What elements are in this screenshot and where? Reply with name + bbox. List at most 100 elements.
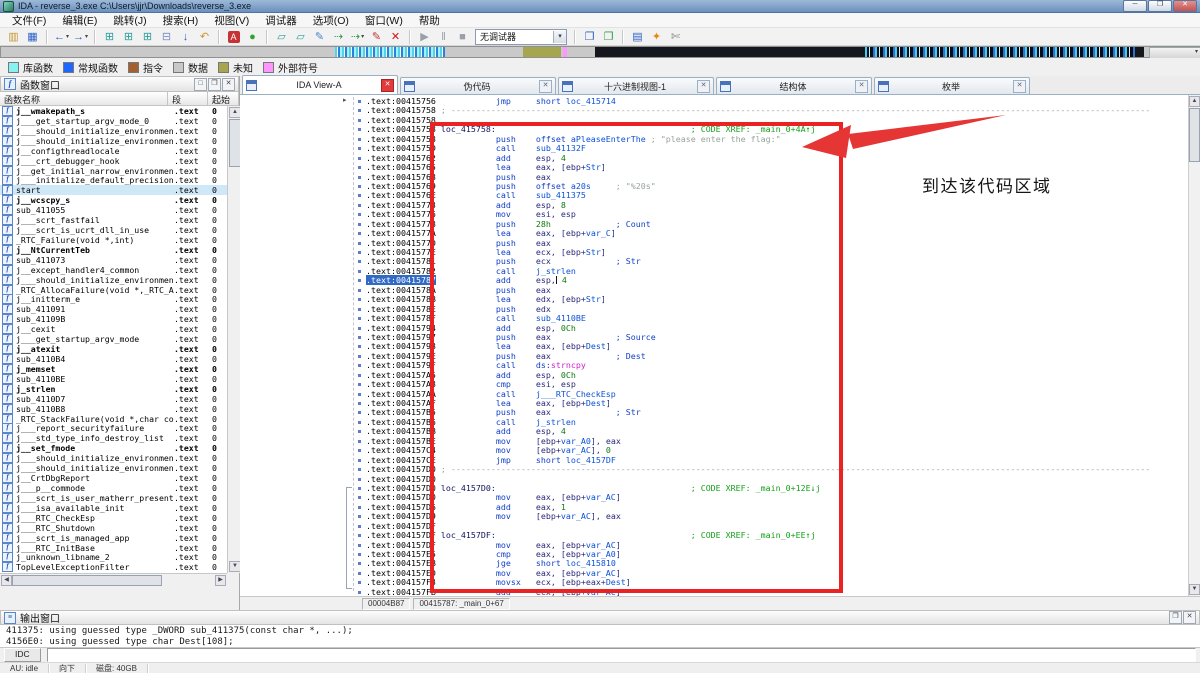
minimize-button[interactable]: ─ [1123, 0, 1147, 12]
function-row[interactable]: f j___should_initialize_environment_2 .tex… [0, 274, 227, 285]
function-row[interactable]: f _RTC_Failure(void *,int) .text 0 [0, 234, 227, 245]
title-bar[interactable]: IDA - reverse_3.exe C:\Users\jjr\Downloa… [0, 0, 1200, 13]
function-row[interactable]: f sub_4110B4 .text 0 [0, 354, 227, 365]
menu-jump[interactable]: 跳转(J) [105, 13, 154, 28]
tab-close-icon[interactable]: ✕ [697, 79, 710, 93]
menu-file[interactable]: 文件(F) [4, 13, 54, 28]
function-row[interactable]: f j__get_initial_narrow_environment .text 0 [0, 165, 227, 176]
function-row[interactable]: f start .text 0 [0, 185, 227, 196]
function-row[interactable]: f_RTC_AllocaFailure(void *,_RTC_ALLOCA_.… [0, 284, 227, 295]
debugger-stop-button[interactable]: ■ [454, 29, 471, 45]
function-row[interactable]: f j___should_initialize_environment_3 .tex… [0, 125, 227, 136]
menu-view[interactable]: 视图(V) [206, 13, 257, 28]
function-row[interactable]: f j___should_initialize_environment_1 .tex… [0, 453, 227, 464]
undo-icon[interactable]: ↶ [196, 29, 213, 45]
navigation-band[interactable]: ▾ [0, 46, 1200, 59]
scroll-right-icon[interactable]: ▶ [215, 575, 226, 586]
step-over-icon[interactable]: ⇢ [330, 29, 347, 45]
tab-pseudocode[interactable]: 伪代码 ✕ [400, 77, 556, 94]
scroll-thumb[interactable] [12, 575, 162, 586]
function-row[interactable]: f j__cexit .text 0 [0, 324, 227, 335]
snippets-icon[interactable]: ✄ [667, 29, 684, 45]
add-graph-icon[interactable]: ▱ [292, 29, 309, 45]
function-row[interactable]: f j__configthreadlocale .text 0 [0, 145, 227, 156]
edit-function-icon[interactable]: ✎ [311, 29, 328, 45]
panel-close-button[interactable]: ✕ [222, 77, 235, 91]
function-row[interactable]: f j___scrt_fastfail .text 0 [0, 215, 227, 226]
function-row[interactable]: f j___report_securityfailure .text 0 [0, 423, 227, 434]
jump-to-problem-icon[interactable]: ⊟ [158, 29, 175, 45]
function-row[interactable]: f j__atexit .text 0 [0, 344, 227, 355]
tab-structures[interactable]: 结构体 ✕ [716, 77, 872, 94]
scroll-down-icon[interactable]: ▼ [1189, 584, 1200, 595]
menu-edit[interactable]: 编辑(E) [54, 13, 105, 28]
output-close-button[interactable]: ✕ [1183, 611, 1196, 624]
function-row[interactable]: f j___initialize_default_precision .text 0 [0, 175, 227, 186]
tab-close-icon[interactable]: ✕ [1013, 79, 1026, 93]
scroll-left-icon[interactable]: ◀ [1, 575, 12, 586]
function-row[interactable]: f j_memset .text 0 [0, 363, 227, 374]
function-row[interactable]: f j___get_startup_argv_mode .text 0 [0, 334, 227, 345]
debugger-play-button[interactable]: ▶ [416, 29, 433, 45]
run-indicator-icon[interactable]: ● [244, 29, 261, 45]
function-row[interactable]: f j__initterm_e .text 0 [0, 294, 227, 305]
function-row[interactable]: f sub_411073 .text 0 [0, 254, 227, 265]
patch-icon[interactable]: ✎ [368, 29, 385, 45]
tab-close-icon[interactable]: ✕ [381, 78, 394, 92]
function-row[interactable]: f j___scrt_is_ucrt_dll_in_use .text 0 [0, 225, 227, 236]
disasm-line[interactable]: .text:004157D0 ; -----------------------… [358, 464, 1186, 474]
function-row[interactable]: f sub_41109B .text 0 [0, 314, 227, 325]
functions-vertical-scrollbar[interactable]: ▲ ▼ [227, 106, 241, 573]
function-row[interactable]: f j__wcscpy_s .text 0 [0, 195, 227, 206]
disassembly-vertical-scrollbar[interactable]: ▲ ▼ [1188, 95, 1200, 596]
save-button[interactable]: ▦ [24, 29, 41, 45]
functions-panel-header[interactable]: f 函数窗口 □ ❐ ✕ [0, 76, 239, 92]
cancel-icon[interactable]: ✕ [387, 29, 404, 45]
tab-hex-view-1[interactable]: 十六进制视图-1 ✕ [558, 77, 714, 94]
debugger-pause-button[interactable]: ‖ [435, 29, 452, 45]
function-row[interactable]: f j___p__commode .text 0 [0, 483, 227, 493]
command-input[interactable] [46, 648, 1196, 662]
active-window-icon[interactable]: ❐ [600, 29, 617, 45]
text-view-icon[interactable]: A [225, 29, 242, 45]
column-start[interactable]: 起始 [208, 92, 239, 106]
jump-to-segment-icon[interactable]: ⊞ [139, 29, 156, 45]
function-row[interactable]: f j_unknown_libname_2 .text 0 [0, 552, 227, 563]
navigate-forward-button[interactable]: → ▾ [72, 29, 89, 45]
jump-by-name-icon[interactable]: ⊞ [120, 29, 137, 45]
menu-windows[interactable]: 窗口(W) [357, 13, 411, 28]
function-row[interactable]: f sub_411055 .text 0 [0, 205, 227, 216]
function-row[interactable]: f sub_411091 .text 0 [0, 304, 227, 315]
function-row[interactable]: f j___RTC_InitBase .text 0 [0, 542, 227, 553]
column-segment[interactable]: 段 [168, 92, 208, 106]
function-row[interactable]: f j___isa_available_init .text 0 [0, 502, 227, 513]
scroll-up-icon[interactable]: ▲ [1189, 96, 1200, 107]
function-row[interactable]: f j___should_initialize_environment_4 .tex… [0, 463, 227, 474]
function-row[interactable]: f j___get_startup_argv_mode_0 .text 0 [0, 115, 227, 126]
step-into-icon[interactable]: ⇢ ▾ [349, 29, 366, 45]
function-row[interactable]: f sub_4110BE .text 0 [0, 373, 227, 384]
function-row[interactable]: f sub_4110D7 .text 0 [0, 393, 227, 404]
function-row[interactable]: f j___scrt_is_managed_app .text 0 [0, 532, 227, 543]
function-list[interactable]: f j__wmakepath_s .text 0 f j___get_startup_ar… [0, 106, 227, 573]
add-chart-icon[interactable]: ▱ [273, 29, 290, 45]
jump-down-icon[interactable]: ↓ [177, 29, 194, 45]
menu-help[interactable]: 帮助 [411, 13, 448, 28]
tab-close-icon[interactable]: ✕ [539, 79, 552, 93]
close-button[interactable]: ✕ [1173, 0, 1197, 12]
menu-options[interactable]: 选项(O) [305, 13, 357, 28]
attach-window-icon[interactable]: ❐ [581, 29, 598, 45]
function-row[interactable]: f_RTC_StackFailure(void *,char const *).… [0, 413, 227, 424]
function-row[interactable]: f TopLevelExceptionFilter .text 0 [0, 562, 227, 573]
column-function-name[interactable]: 函数名称 [0, 92, 168, 106]
disasm-line[interactable]: .text:004157FB add ecx, [ebp+var_AC] [358, 587, 1186, 596]
scroll-thumb[interactable] [1189, 108, 1200, 162]
menu-debugger[interactable]: 调试器 [257, 13, 305, 28]
disasm-line[interactable]: .text:00415758 ; -----------------------… [358, 106, 1186, 115]
function-row[interactable]: f j___scrt_is_user_matherr_present .text 0 [0, 492, 227, 503]
output-float-button[interactable]: ❐ [1169, 611, 1182, 624]
user-icon[interactable]: ✦ [648, 29, 665, 45]
tab-close-icon[interactable]: ✕ [855, 79, 868, 93]
function-row[interactable]: f j_strlen .text 0 [0, 383, 227, 394]
function-row[interactable]: f j__set_fmode .text 0 [0, 443, 227, 454]
